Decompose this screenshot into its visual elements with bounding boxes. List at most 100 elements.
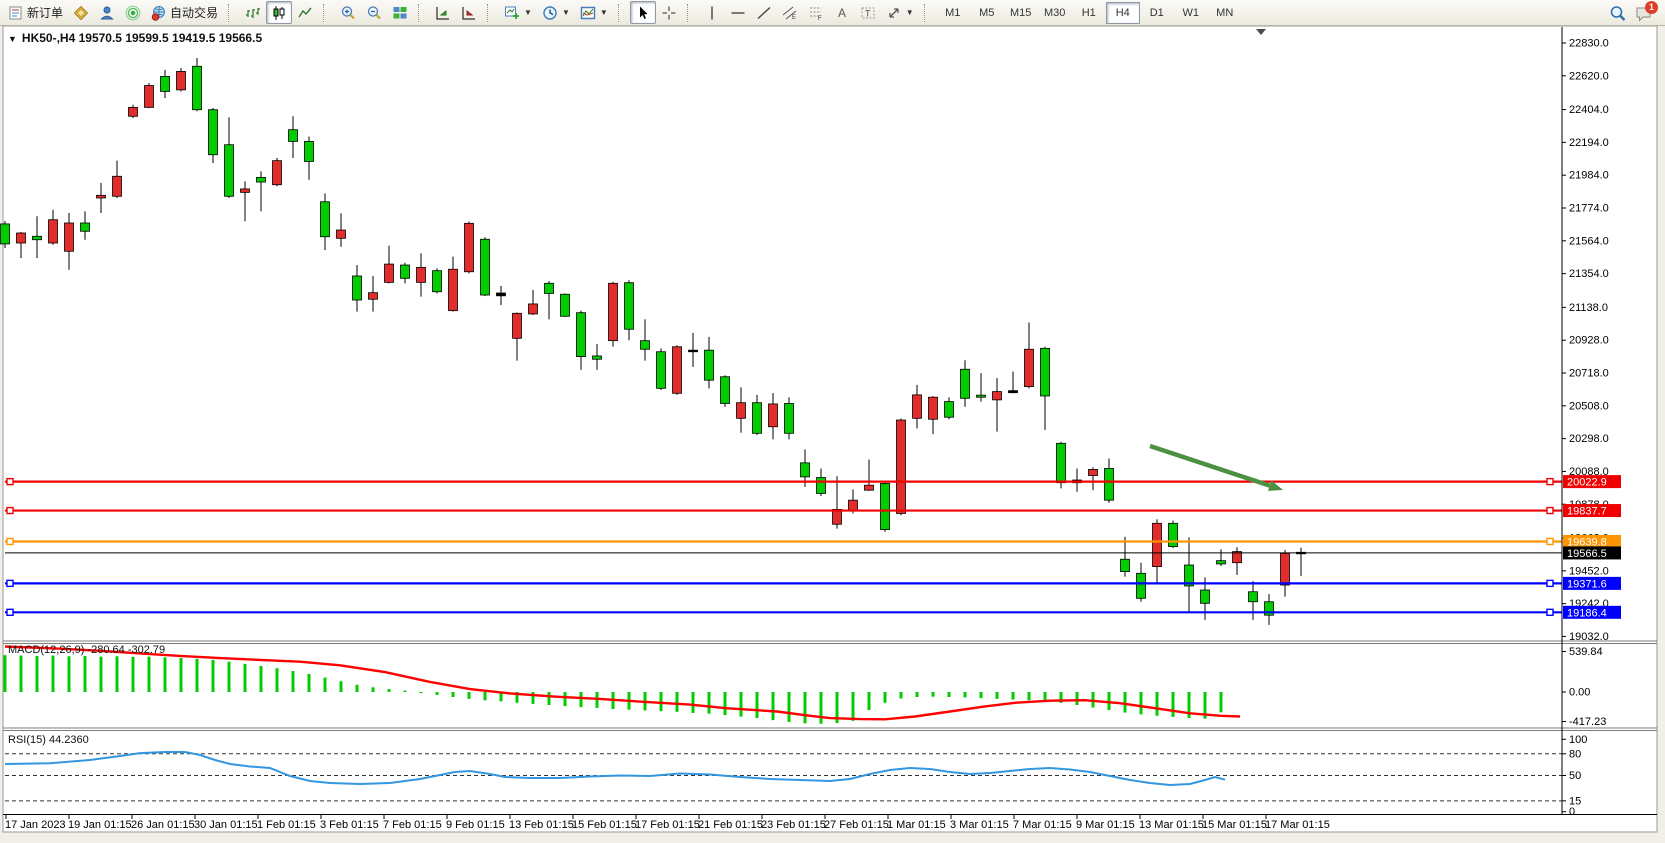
timeframe-button-d1[interactable]: D1 [1140, 2, 1174, 24]
line-handle[interactable] [1547, 479, 1553, 485]
candle-body [769, 404, 778, 427]
zoom-in-button[interactable] [335, 1, 361, 24]
candle-body [321, 202, 330, 237]
timeframe-button-h1[interactable]: H1 [1072, 2, 1106, 24]
dropdown-caret: ▼ [906, 8, 914, 17]
metaeditor-button[interactable] [68, 1, 94, 24]
candlestick-chart-button[interactable] [266, 1, 292, 24]
price-line-badge-label: 19566.5 [1567, 548, 1607, 560]
candle-body [449, 269, 458, 310]
notifications-icon[interactable]: 1 [1635, 5, 1651, 21]
rsi-indicator-label: RSI(15) 44.2360 [8, 734, 89, 746]
text-tool-button[interactable]: A [829, 1, 855, 24]
candle-body [113, 176, 122, 196]
candle-body [481, 239, 490, 295]
line-handle[interactable] [7, 538, 13, 544]
line-handle[interactable] [7, 609, 13, 615]
profile-icon [99, 5, 115, 21]
template-button[interactable]: ▼ [575, 1, 613, 24]
signal-button[interactable] [120, 1, 146, 24]
search-icon[interactable] [1609, 5, 1625, 21]
price-tick-label: 22404.0 [1569, 104, 1609, 116]
line-handle[interactable] [1547, 538, 1553, 544]
channel-tool-button[interactable]: E [777, 1, 803, 24]
label-tool-button[interactable]: T [855, 1, 881, 24]
new-order-button[interactable]: 新订单 [3, 1, 68, 24]
signal-icon [125, 5, 141, 21]
new-chart-button[interactable]: ▼ [499, 1, 537, 24]
line-handle[interactable] [1547, 508, 1553, 514]
collapse-triangle-icon[interactable]: ▼ [8, 34, 17, 44]
text-icon: A [834, 5, 850, 21]
auto-trading-button[interactable]: 自动交易 [146, 1, 223, 24]
line-handle[interactable] [1547, 609, 1553, 615]
price-line-badge-label: 19837.7 [1567, 506, 1607, 518]
tile-windows-button[interactable] [387, 1, 413, 24]
candle-body [161, 76, 170, 91]
timeframe-button-h4[interactable]: H4 [1106, 2, 1140, 24]
toolbar-separator [618, 4, 625, 22]
price-tick-label: 22830.0 [1569, 38, 1609, 50]
line-handle[interactable] [7, 508, 13, 514]
price-tick-label: 20298.0 [1569, 433, 1609, 445]
line-handle[interactable] [1547, 580, 1553, 586]
horizontal-line-tool-button[interactable] [725, 1, 751, 24]
toolbar-separator [687, 4, 694, 22]
candle-body [1137, 573, 1146, 598]
time-axis-label: 21 Feb 01:15 [698, 819, 763, 831]
timeframe-button-m1[interactable]: M1 [936, 2, 970, 24]
time-axis-label: 26 Jan 01:15 [131, 819, 195, 831]
candle-body [721, 377, 730, 404]
candle-body [49, 220, 58, 243]
macd-axis-label: -417.23 [1569, 716, 1606, 728]
chart-canvas[interactable]: 22830.022620.022404.022194.021984.021774… [0, 0, 1665, 843]
data-window-button[interactable] [430, 1, 456, 24]
candle-body [689, 350, 698, 352]
time-axis-label: 1 Mar 01:15 [887, 819, 946, 831]
candle-body [1089, 469, 1098, 475]
candle-body [1201, 590, 1210, 603]
time-axis-label: 17 Jan 2023 [5, 819, 66, 831]
line-handle[interactable] [7, 479, 13, 485]
price-tick-label: 21564.0 [1569, 235, 1609, 247]
line-handle[interactable] [7, 580, 13, 586]
macd-axis-label: 0.00 [1569, 687, 1590, 699]
timeframe-button-m30[interactable]: M30 [1038, 2, 1072, 24]
fibonacci-tool-button[interactable]: F [803, 1, 829, 24]
auto-trading-icon [151, 5, 167, 21]
time-axis-label: 17 Feb 01:15 [635, 819, 700, 831]
candlestick-chart-icon [271, 5, 287, 21]
candle-body [289, 130, 298, 142]
arrows-tool-button[interactable]: ▼ [881, 1, 919, 24]
candle-body [257, 177, 266, 182]
time-axis-label: 19 Jan 01:15 [68, 819, 132, 831]
trendline-tool-button[interactable] [751, 1, 777, 24]
timeframe-group: M1M5M15M30H1H4D1W1MN [933, 1, 1245, 25]
candle-body [897, 420, 906, 513]
text-label-icon: T [860, 5, 876, 21]
crosshair-tool-button[interactable] [656, 1, 682, 24]
zoom-out-icon [366, 5, 382, 21]
candle-body [1025, 349, 1034, 386]
candle-body [225, 145, 234, 197]
price-tick-label: 20508.0 [1569, 400, 1609, 412]
time-axis-label: 23 Feb 01:15 [761, 819, 826, 831]
cursor-tool-button[interactable] [630, 1, 656, 24]
candle-body [785, 403, 794, 433]
time-axis-label: 15 Mar 01:15 [1202, 819, 1267, 831]
bar-chart-button[interactable] [240, 1, 266, 24]
vertical-line-tool-button[interactable] [699, 1, 725, 24]
profile-button[interactable] [94, 1, 120, 24]
line-chart-button[interactable] [292, 1, 318, 24]
timeframe-button-mn[interactable]: MN [1208, 2, 1242, 24]
strategy-tester-button[interactable] [456, 1, 482, 24]
timeframe-button-m5[interactable]: M5 [970, 2, 1004, 24]
time-axis-label: 13 Mar 01:15 [1139, 819, 1204, 831]
timeframe-button-m15[interactable]: M15 [1004, 2, 1038, 24]
timeframe-button-w1[interactable]: W1 [1174, 2, 1208, 24]
candle-body [753, 403, 762, 434]
zoom-out-button[interactable] [361, 1, 387, 24]
horizontal-line-icon [730, 5, 746, 21]
period-button[interactable]: ▼ [537, 1, 575, 24]
candle-body [609, 283, 618, 340]
